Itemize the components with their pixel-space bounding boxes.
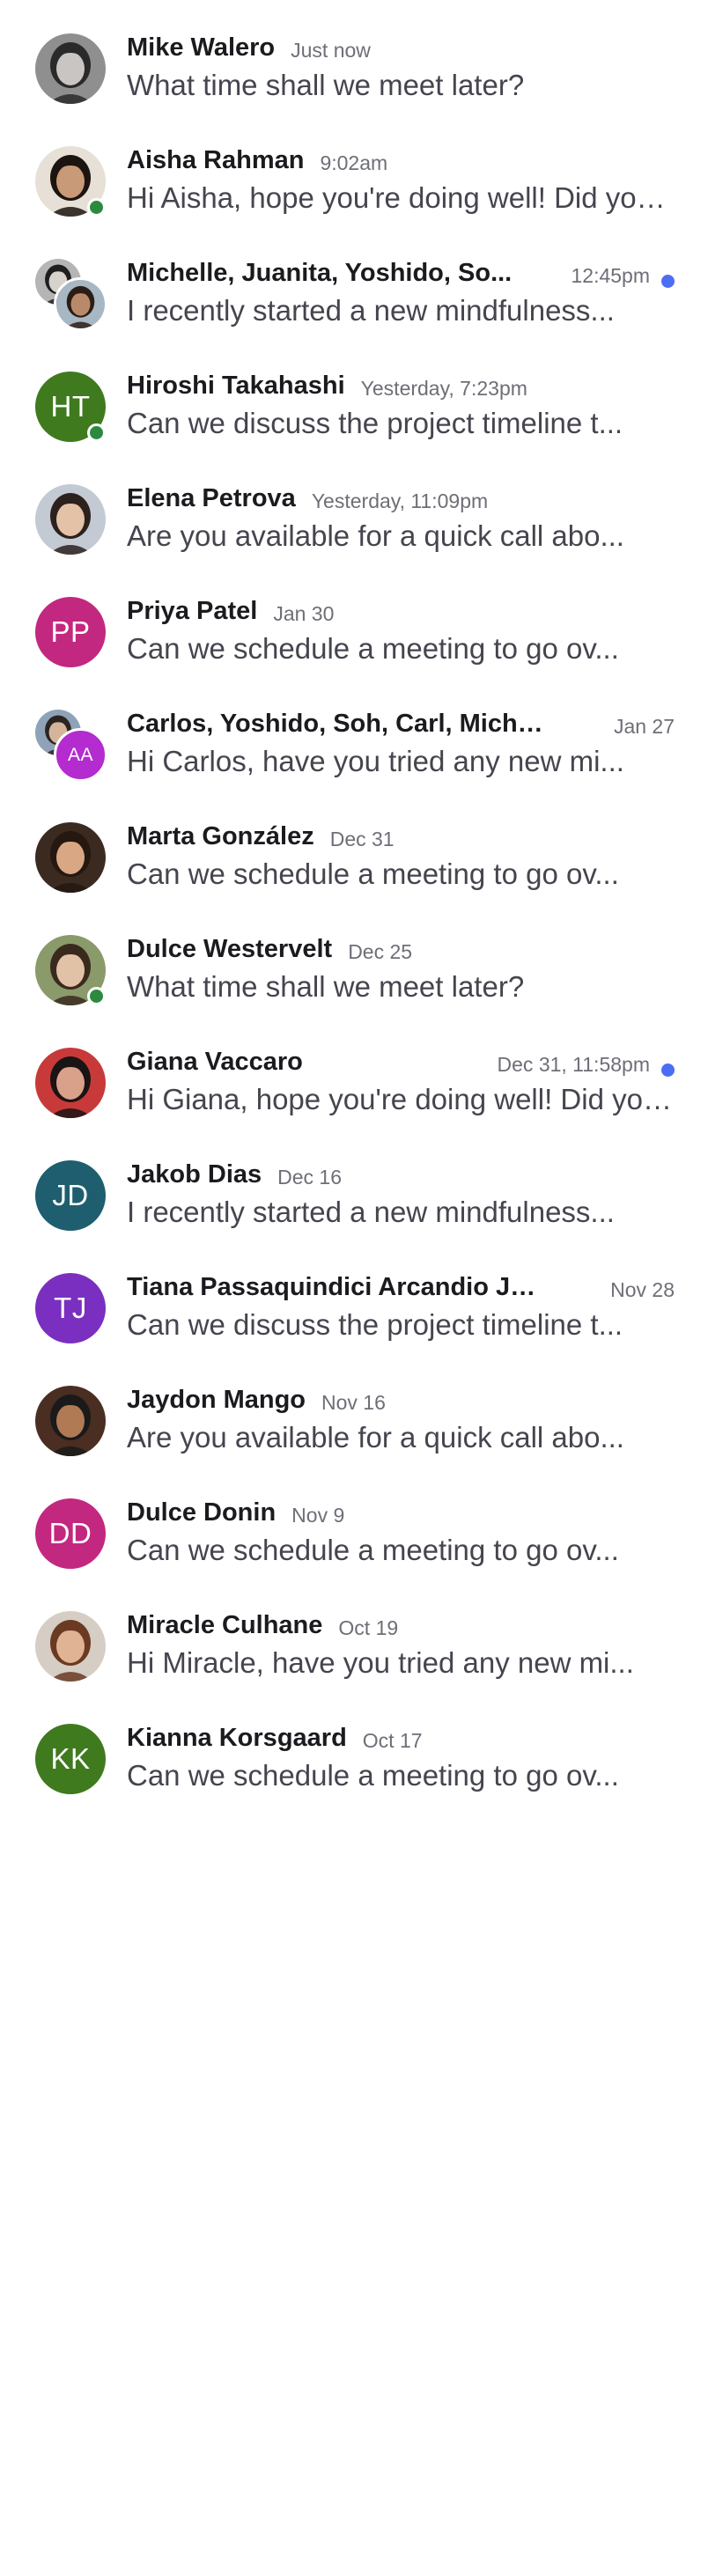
message-time: Dec 31, 11:58pm — [497, 1053, 650, 1076]
message-preview: Hi Giana, hope you're doing well! Did yo… — [127, 1083, 675, 1115]
contact-name: Marta González — [127, 822, 314, 850]
message-preview: Hi Carlos, have you tried any new mi... — [127, 745, 624, 777]
contact-name: Dulce Donin — [127, 1498, 277, 1527]
avatar-initials: DD — [35, 1498, 106, 1569]
message-preview: Can we schedule a meeting to go ov... — [127, 857, 619, 890]
conversation-row[interactable]: Miracle Culhane Oct 19 Hi Miracle, have yo… — [0, 1592, 708, 1704]
conversation-row[interactable]: Michelle, Juanita, Yoshido, So... 12:45pm… — [0, 239, 708, 352]
message-time: Dec 16 — [277, 1166, 343, 1189]
avatar — [35, 1386, 106, 1456]
message-time: Oct 17 — [362, 1729, 423, 1752]
contact-name: Aisha Rahman — [127, 146, 305, 174]
avatar-initials: KK — [35, 1724, 106, 1794]
message-time: Nov 9 — [291, 1504, 345, 1527]
contact-name: Jakob Dias — [127, 1160, 262, 1189]
avatar — [35, 1048, 106, 1118]
avatar-photo — [35, 1048, 106, 1118]
message-time: Dec 31 — [329, 828, 395, 850]
contact-name: Dulce Westervelt — [127, 935, 333, 963]
conversation-row[interactable]: PP Priya Patel Jan 30 Can we schedule a mee… — [0, 578, 708, 690]
avatar — [35, 822, 106, 893]
message-time: Oct 19 — [338, 1616, 399, 1639]
group-avatar-photo — [54, 277, 107, 331]
message-time: Yesterday, 7:23pm — [360, 377, 527, 400]
message-preview: I recently started a new mindfulness... — [127, 294, 615, 327]
group-avatar-initials: AA — [54, 728, 107, 782]
message-preview: Can we schedule a meeting to go ov... — [127, 1534, 619, 1566]
message-time: Nov 16 — [321, 1391, 386, 1414]
contact-name: Carlos, Yoshido, Soh, Carl, Michel... — [127, 710, 549, 738]
avatar-initials: PP — [35, 597, 106, 667]
contact-name: Miracle Culhane — [127, 1611, 323, 1639]
avatar-initials: JD — [35, 1160, 106, 1231]
conversation-row[interactable]: Jaydon Mango Nov 16 Are you available for … — [0, 1366, 708, 1479]
message-preview: Can we schedule a meeting to go ov... — [127, 1759, 619, 1792]
message-preview: What time shall we meet later? — [127, 970, 525, 1003]
message-preview: Hi Aisha, hope you're doing well! Did yo… — [127, 181, 675, 214]
message-time: 9:02am — [320, 151, 388, 174]
conversation-row[interactable]: AA Carlos, Yoshido, Soh, Carl, Michel... J… — [0, 690, 708, 803]
contact-name: Elena Petrova — [127, 484, 296, 512]
unread-icon — [661, 275, 675, 288]
message-preview: Can we schedule a meeting to go ov... — [127, 632, 619, 665]
contact-name: Giana Vaccaro — [127, 1048, 303, 1076]
contact-name: Priya Patel — [127, 597, 258, 625]
avatar: KK — [35, 1724, 106, 1794]
conversation-row[interactable]: Elena Petrova Yesterday, 11:09pm Are you a… — [0, 465, 708, 578]
contact-name: Mike Walero — [127, 33, 276, 62]
avatar — [35, 1611, 106, 1682]
message-preview: Are you available for a quick call abo..… — [127, 1421, 624, 1454]
conversation-row[interactable]: HT Hiroshi Takahashi Yesterday, 7:23pm Can … — [0, 352, 708, 465]
unread-icon — [661, 1064, 675, 1077]
avatar-photo — [35, 33, 106, 104]
message-preview: Are you available for a quick call abo..… — [127, 519, 624, 552]
message-preview: Can we discuss the project timeline t... — [127, 1308, 623, 1341]
online-status-icon — [87, 987, 106, 1005]
conversation-row[interactable]: KK Kianna Korsgaard Oct 17 Can we schedule … — [0, 1704, 708, 1817]
message-preview: Can we discuss the project timeline t... — [127, 407, 623, 439]
contact-name: Hiroshi Takahashi — [127, 372, 345, 400]
conversation-row[interactable]: Aisha Rahman 9:02am Hi Aisha, hope you're … — [0, 127, 708, 239]
message-time: 12:45pm — [571, 264, 650, 287]
avatar-photo — [35, 484, 106, 555]
conversation-row[interactable]: JD Jakob Dias Dec 16 I recently started a n… — [0, 1141, 708, 1254]
avatar-initials: TJ — [35, 1273, 106, 1343]
avatar — [35, 146, 106, 217]
message-preview: I recently started a new mindfulness... — [127, 1196, 615, 1228]
conversation-row[interactable]: Marta González Dec 31 Can we schedule a me… — [0, 803, 708, 916]
message-time: Jan 27 — [613, 715, 675, 738]
avatar — [35, 259, 107, 331]
conversation-row[interactable]: Mike Walero Just now What time shall we me… — [0, 14, 708, 127]
contact-name: Jaydon Mango — [127, 1386, 306, 1414]
avatar — [35, 935, 106, 1005]
avatar — [35, 484, 106, 555]
avatar: DD — [35, 1498, 106, 1569]
message-time: Nov 28 — [610, 1278, 675, 1301]
avatar: JD — [35, 1160, 106, 1231]
contact-name: Tiana Passaquindici Arcandio Jun... — [127, 1273, 549, 1301]
message-preview: Hi Miracle, have you tried any new mi... — [127, 1646, 634, 1679]
avatar — [35, 33, 106, 104]
avatar-photo — [35, 1611, 106, 1682]
avatar-photo — [35, 1386, 106, 1456]
message-time: Yesterday, 11:09pm — [311, 489, 489, 512]
conversation-row[interactable]: TJ Tiana Passaquindici Arcandio Jun... Nov… — [0, 1254, 708, 1366]
conversation-row[interactable]: Giana Vaccaro Dec 31, 11:58pm Hi Giana, ho… — [0, 1028, 708, 1141]
avatar: TJ — [35, 1273, 106, 1343]
message-time: Just now — [291, 39, 371, 62]
message-time: Dec 25 — [348, 940, 413, 963]
contact-name: Michelle, Juanita, Yoshido, So... — [127, 259, 513, 287]
avatar: PP — [35, 597, 106, 667]
online-status-icon — [87, 198, 106, 217]
avatar: AA — [35, 710, 107, 782]
conversation-row[interactable]: Dulce Westervelt Dec 25 What time shall we… — [0, 916, 708, 1028]
avatar-photo — [35, 822, 106, 893]
online-status-icon — [87, 423, 106, 442]
message-time: Jan 30 — [273, 602, 335, 625]
contact-name: Kianna Korsgaard — [127, 1724, 347, 1752]
conversation-row[interactable]: DD Dulce Donin Nov 9 Can we schedule a meet… — [0, 1479, 708, 1592]
message-preview: What time shall we meet later? — [127, 69, 525, 101]
avatar: HT — [35, 372, 106, 442]
